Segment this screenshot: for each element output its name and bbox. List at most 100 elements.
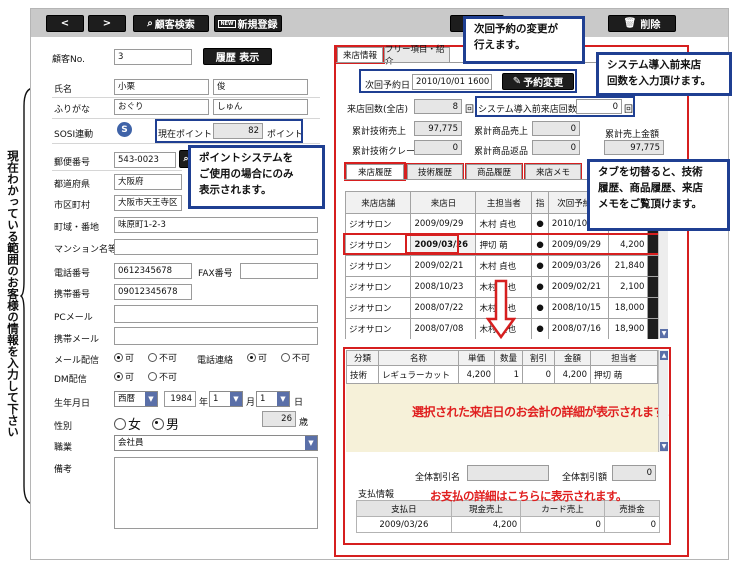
tab-tech-history[interactable]: 技術履歴 bbox=[406, 163, 464, 180]
cell-store: ジオサロン bbox=[345, 297, 412, 319]
phone-field[interactable]: 0612345678 bbox=[114, 263, 192, 279]
tel-ng-radio[interactable]: 不可 bbox=[281, 351, 310, 364]
scroll-down-icon[interactable]: ▼ bbox=[660, 442, 668, 451]
row-edit-button[interactable]: ✎ bbox=[647, 276, 658, 298]
customer-no-field[interactable]: 3 bbox=[114, 49, 192, 65]
pref-field[interactable]: 大阪府 bbox=[114, 174, 182, 190]
address-label: 町域・番地 bbox=[54, 223, 100, 233]
visit-count-unit: 回 bbox=[465, 105, 475, 115]
prod-return-label: 累計商品返品 bbox=[474, 147, 529, 157]
last-name-field[interactable]: 小栗 bbox=[114, 79, 209, 95]
cell-cash: 4,200 bbox=[450, 516, 522, 533]
customer-search-button[interactable]: ⌕ 顧客検索 bbox=[133, 15, 209, 32]
job-select[interactable]: 会社員 ▼ bbox=[114, 435, 318, 451]
tab-visit-memo[interactable]: 来店メモ bbox=[524, 163, 582, 180]
day-unit: 日 bbox=[294, 398, 304, 408]
dm-ok-radio[interactable]: 可 bbox=[114, 370, 134, 383]
next-button[interactable]: > bbox=[88, 15, 126, 32]
first-kana-field[interactable]: しゅん bbox=[213, 99, 308, 115]
zip-label: 郵便番号 bbox=[54, 158, 91, 168]
job-value: 会社員 bbox=[118, 438, 144, 448]
row-edit-button[interactable]: ✎ bbox=[647, 255, 658, 277]
first-name-field[interactable]: 俊 bbox=[213, 79, 308, 95]
row-edit-button[interactable]: ✎ bbox=[647, 297, 658, 319]
zip-field[interactable]: 543-0023 bbox=[114, 152, 176, 168]
pcmail-field[interactable] bbox=[114, 305, 318, 323]
mobile-field[interactable]: 09012345678 bbox=[114, 284, 192, 300]
table-header-row: 分類 名称 単価 数量 割引 金額 担当者 bbox=[346, 350, 658, 366]
col-qty: 数量 bbox=[494, 350, 523, 366]
cell-staff: 木村 貞也 bbox=[475, 213, 533, 235]
building-label: マンション名等 bbox=[54, 245, 118, 255]
tech-sales-field: 97,775 bbox=[414, 121, 462, 136]
pref-label: 都道府県 bbox=[54, 180, 91, 190]
callout-system-count: システム導入前来店 回数を入力頂けます。 bbox=[596, 52, 732, 96]
chevron-down-icon: ▼ bbox=[145, 392, 157, 406]
delete-button[interactable]: 🗑 削除 bbox=[608, 15, 676, 32]
address-field[interactable]: 味原町1-2-3 bbox=[114, 217, 318, 233]
month-select[interactable]: 1 ▼ bbox=[209, 391, 243, 407]
scroll-down-icon[interactable]: ▼ bbox=[660, 329, 668, 338]
fax-field[interactable] bbox=[240, 263, 318, 279]
last-kana-field[interactable]: おぐり bbox=[114, 99, 209, 115]
sosi-icon[interactable]: S bbox=[117, 122, 132, 137]
row-edit-button[interactable]: ✎ bbox=[647, 318, 658, 339]
tel-label: 電話連絡 bbox=[197, 356, 234, 366]
tab-visit-history[interactable]: 来店履歴 bbox=[344, 162, 406, 181]
month-unit: 月 bbox=[246, 398, 256, 408]
total-sales-field: 97,775 bbox=[604, 140, 664, 155]
dm-ng-radio[interactable]: 不可 bbox=[148, 370, 177, 383]
table-row[interactable]: ジオサロン 2009/02/21 木村 貞也 ● 2009/03/26 21,8… bbox=[345, 255, 658, 277]
chevron-down-icon: ▼ bbox=[230, 392, 242, 406]
cell-staff: 木村 貞也 bbox=[475, 255, 533, 277]
job-label: 職業 bbox=[54, 443, 73, 453]
table-row[interactable]: 技術 レギュラーカット 4,200 1 0 4,200 押切 萌 bbox=[346, 365, 658, 384]
tab-visit-info[interactable]: 来店情報 bbox=[335, 45, 385, 64]
table-row[interactable]: 2009/03/26 4,200 0 0 bbox=[356, 516, 661, 533]
cell-price: 4,200 bbox=[458, 365, 495, 384]
building-field[interactable] bbox=[114, 239, 318, 255]
cell-staff: 押切 萌 bbox=[590, 365, 658, 384]
male-radio[interactable]: 男 bbox=[152, 414, 179, 433]
detail-scrollbar[interactable]: ▲ ▼ bbox=[658, 350, 668, 452]
nominated-dot-icon: ● bbox=[531, 318, 549, 339]
history-show-button[interactable]: 履歴 表示 bbox=[203, 48, 272, 65]
city-label: 市区町村 bbox=[54, 201, 91, 211]
year-field[interactable]: 1984 bbox=[164, 391, 196, 407]
cell-store: ジオサロン bbox=[345, 318, 412, 339]
dm-ng-label: 不可 bbox=[159, 373, 178, 383]
memo-field[interactable] bbox=[114, 457, 318, 529]
phone-label: 電話番号 bbox=[54, 269, 91, 279]
pcmail-label: PCメール bbox=[54, 313, 93, 323]
name-label: 氏名 bbox=[54, 85, 73, 95]
tel-ok-radio[interactable]: 可 bbox=[247, 351, 267, 364]
points-highlight bbox=[155, 119, 303, 143]
cell-amount: 18,000 bbox=[607, 297, 649, 319]
tab-free-items[interactable]: フリー項目・紹介 bbox=[384, 45, 450, 67]
tel-ng-label: 不可 bbox=[292, 354, 311, 364]
mail-ng-radio[interactable]: 不可 bbox=[148, 351, 177, 364]
tab-product-history[interactable]: 商品履歴 bbox=[465, 163, 523, 180]
col-category: 分類 bbox=[346, 350, 379, 366]
cell-store: ジオサロン bbox=[345, 255, 412, 277]
overall-discount-amount-label: 全体割引額 bbox=[562, 473, 608, 483]
era-select[interactable]: 西暦 ▼ bbox=[114, 391, 158, 407]
prev-button[interactable]: < bbox=[46, 15, 84, 32]
cell-qty: 1 bbox=[494, 365, 523, 384]
customer-search-label: 顧客検索 bbox=[154, 20, 195, 31]
mobilemail-field[interactable] bbox=[114, 327, 318, 345]
day-select[interactable]: 1 ▼ bbox=[256, 391, 290, 407]
col-date: 来店日 bbox=[410, 191, 477, 214]
mail-ng-label: 不可 bbox=[159, 354, 178, 364]
female-radio[interactable]: 女 bbox=[114, 414, 141, 433]
mail-ok-radio[interactable]: 可 bbox=[114, 351, 134, 364]
new-register-button[interactable]: NEW 新規登録 bbox=[214, 15, 282, 32]
year-unit: 年 bbox=[199, 398, 209, 408]
cell-store: ジオサロン bbox=[345, 213, 412, 235]
scroll-up-icon[interactable]: ▲ bbox=[660, 351, 668, 360]
tech-claim-label: 累計技術クレーム bbox=[352, 147, 424, 157]
city-field[interactable]: 大阪市天王寺区 bbox=[114, 195, 182, 211]
gender-label: 性別 bbox=[54, 422, 73, 432]
cell-date: 2008/07/22 bbox=[410, 297, 477, 319]
age-unit: 歳 bbox=[299, 418, 309, 428]
